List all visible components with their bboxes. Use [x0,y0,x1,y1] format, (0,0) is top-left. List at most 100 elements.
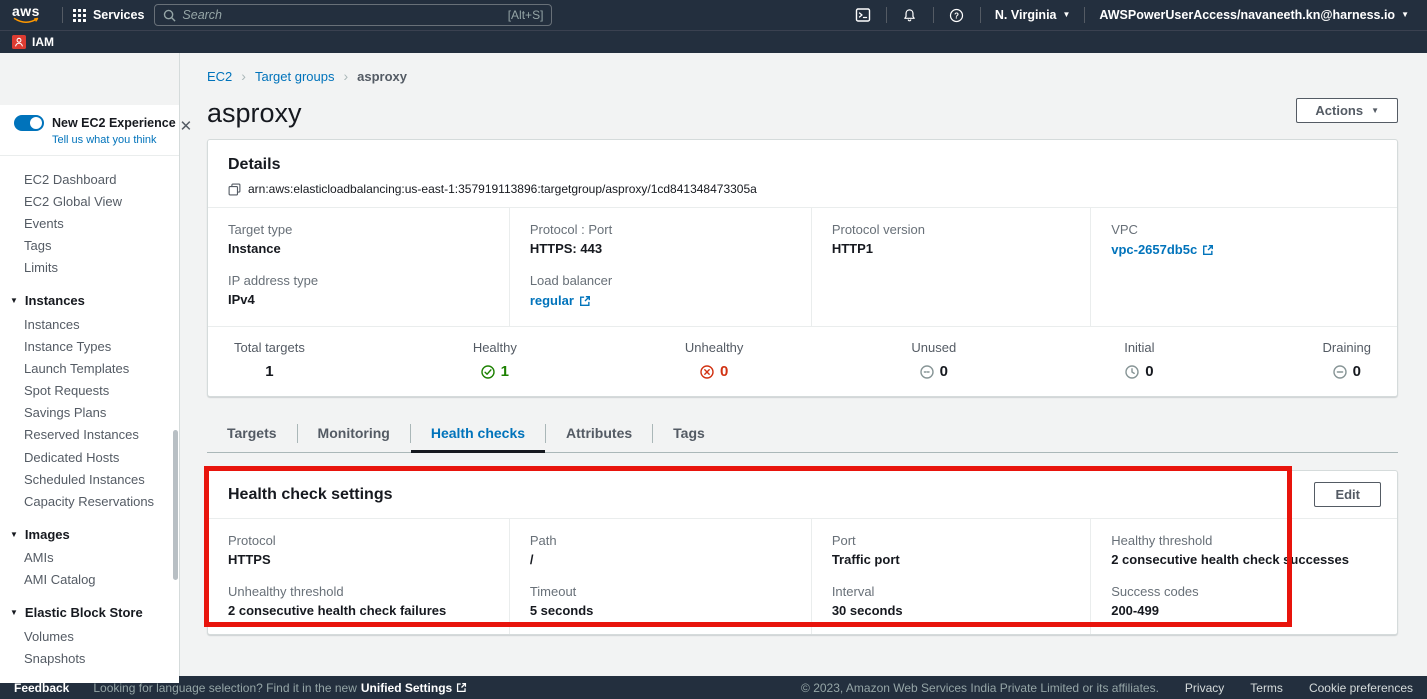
chevron-right-icon: › [343,68,348,84]
field-label: Protocol [228,533,489,548]
copy-icon[interactable] [228,183,241,196]
sidebar-item-volumes[interactable]: Volumes [0,625,179,647]
unified-settings-link[interactable]: Unified Settings [361,681,467,695]
new-experience-toggle[interactable] [14,115,44,131]
field-interval: Interval 30 seconds [832,584,1070,618]
field-label: Load balancer [530,273,791,288]
field-timeout: Timeout 5 seconds [530,584,791,618]
stat-initial: Initial 0 [1124,340,1154,380]
sidebar: New EC2 Experience Tell us what you thin… [0,53,180,676]
sidebar-section-instances[interactable]: ▼ Instances [0,288,179,313]
load-balancer-link[interactable]: regular [530,293,591,308]
sidebar-item-reserved-instances[interactable]: Reserved Instances [0,424,179,446]
sidebar-item-ec2-global-view[interactable]: EC2 Global View [0,190,179,212]
notifications-bell-icon[interactable] [897,5,923,25]
field-value: / [530,552,791,567]
nav-divider [886,7,887,23]
help-icon[interactable]: ? [944,5,970,25]
topnav-right-cluster: ? N. Virginia ▼ AWSPowerUserAccess/navan… [850,5,1413,25]
sidebar-item-limits[interactable]: Limits [0,257,179,279]
sidebar-section-elastic-block-store[interactable]: ▼ Elastic Block Store [0,600,179,625]
field-ip-address-type: IP address type IPv4 [228,273,489,307]
tab-monitoring[interactable]: Monitoring [298,415,410,452]
target-stats-row: Total targets 1 Healthy 1 Unhealthy [208,327,1397,396]
sidebar-item-snapshots[interactable]: Snapshots [0,647,179,669]
external-link-icon [456,682,467,693]
sidebar-item-savings-plans[interactable]: Savings Plans [0,402,179,424]
health-check-settings-title: Health check settings [228,485,393,505]
sidebar-item-capacity-reservations[interactable]: Capacity Reservations [0,490,179,512]
circle-check-icon [481,365,495,379]
stat-label: Healthy [473,340,517,355]
services-menu-button[interactable]: Services [73,8,144,22]
field-value: 2 consecutive health check failures [228,603,489,618]
terms-link[interactable]: Terms [1250,681,1283,695]
actions-button[interactable]: Actions ▼ [1296,98,1398,123]
nav-divider [1084,7,1085,23]
privacy-link[interactable]: Privacy [1185,681,1224,695]
chevron-down-icon: ▼ [10,608,18,617]
stat-healthy: Healthy 1 [473,340,517,380]
search-input[interactable] [182,8,501,22]
cookie-preferences-link[interactable]: Cookie preferences [1309,681,1413,695]
health-check-column-2: Path / Timeout 5 seconds [509,519,811,634]
field-label: Protocol version [832,222,1070,237]
sidebar-section-label: Instances [25,293,85,308]
field-value: IPv4 [228,292,489,307]
field-hc-protocol: Protocol HTTPS [228,533,489,567]
tab-attributes[interactable]: Attributes [546,415,652,452]
chevron-right-icon: › [241,68,246,84]
sidebar-item-tags[interactable]: Tags [0,235,179,257]
main-content: EC2 › Target groups › asproxy asproxy Ac… [180,53,1427,676]
sidebar-item-spot-requests[interactable]: Spot Requests [0,380,179,402]
aws-console: aws Services [Alt+S] ? [0,0,1427,699]
field-value: 5 seconds [530,603,791,618]
circle-dash-icon [920,365,934,379]
sidebar-scrollbar[interactable] [173,430,178,580]
nav-divider [980,7,981,23]
tell-us-link[interactable]: Tell us what you think [52,134,176,146]
tab-targets[interactable]: Targets [207,415,297,452]
stat-draining: Draining 0 [1323,340,1371,380]
sidebar-item-launch-templates[interactable]: Launch Templates [0,357,179,379]
external-link-icon [579,295,591,307]
aws-logo[interactable]: aws [12,5,40,25]
sidebar-item-ec2-dashboard[interactable]: EC2 Dashboard [0,168,179,190]
field-label: Target type [228,222,489,237]
breadcrumb-target-groups[interactable]: Target groups [255,69,335,84]
close-icon[interactable]: ✕ [176,115,193,135]
sidebar-item-events[interactable]: Events [0,212,179,234]
breadcrumb-ec2[interactable]: EC2 [207,69,232,84]
vpc-link[interactable]: vpc-2657db5c [1111,242,1214,257]
field-value: 200-499 [1111,603,1377,618]
footer-links: © 2023, Amazon Web Services India Privat… [801,681,1413,695]
field-unhealthy-threshold: Unhealthy threshold 2 consecutive health… [228,584,489,618]
sidebar-item-scheduled-instances[interactable]: Scheduled Instances [0,468,179,490]
sidebar-item-instance-types[interactable]: Instance Types [0,335,179,357]
tab-tags[interactable]: Tags [653,415,725,452]
field-value: 30 seconds [832,603,1070,618]
sidebar-item-ami-catalog[interactable]: AMI Catalog [0,569,179,591]
details-column-2: Protocol : Port HTTPS: 443 Load balancer… [509,208,811,326]
field-value: 2 consecutive health check successes [1111,552,1377,567]
sidebar-section-images[interactable]: ▼ Images [0,522,179,547]
search-icon [163,9,176,22]
stat-value: 0 [720,363,728,380]
target-group-arn: arn:aws:elasticloadbalancing:us-east-1:3… [248,182,757,196]
stat-label: Initial [1124,340,1154,355]
cloudshell-icon[interactable] [850,5,876,25]
region-selector[interactable]: N. Virginia ▼ [991,8,1075,22]
sidebar-item-dedicated-hosts[interactable]: Dedicated Hosts [0,446,179,468]
sidebar-item-amis[interactable]: AMIs [0,547,179,569]
sidebar-section-label: Images [25,527,70,542]
sidebar-item-instances[interactable]: Instances [0,313,179,335]
account-menu[interactable]: AWSPowerUserAccess/navaneeth.kn@harness.… [1095,8,1413,22]
favorites-bar: IAM [0,30,1427,53]
favorite-iam[interactable]: IAM [12,35,54,49]
edit-button[interactable]: Edit [1314,482,1381,507]
field-protocol-port: Protocol : Port HTTPS: 443 [530,222,791,256]
account-label: AWSPowerUserAccess/navaneeth.kn@harness.… [1099,8,1395,22]
field-vpc: VPC vpc-2657db5c [1111,222,1377,259]
tab-health-checks[interactable]: Health checks [411,415,545,452]
global-search-box[interactable]: [Alt+S] [154,4,552,26]
